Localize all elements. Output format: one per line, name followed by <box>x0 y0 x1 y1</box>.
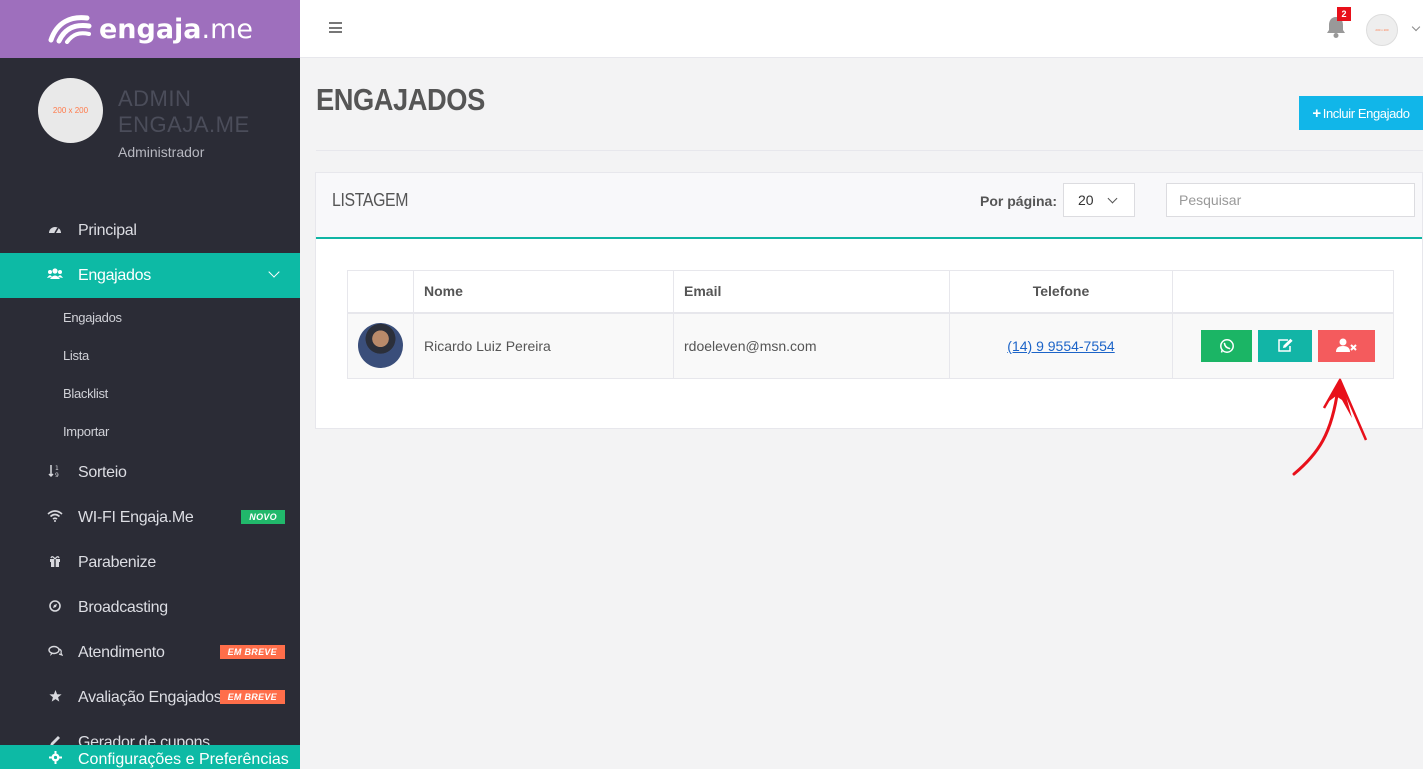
engajados-table: Nome Email Telefone Ricardo Luiz Pereira… <box>347 270 1394 379</box>
sidebar-submenu-engajados: Engajados Lista Blacklist Importar <box>0 298 300 450</box>
sidebar-footer-label: Configurações e Preferências <box>78 751 289 768</box>
sidebar-item-label: WI-FI Engaja.Me <box>78 508 194 526</box>
compass-icon <box>40 600 70 615</box>
svg-text:1: 1 <box>55 465 59 472</box>
svg-text:9: 9 <box>55 472 59 478</box>
coming-soon-badge: EM BREVE <box>219 645 285 659</box>
sidebar-item-avaliacao[interactable]: Avaliação Engajados EM BREVE <box>0 675 300 720</box>
brand-logo[interactable]: engaja .me <box>0 0 300 58</box>
submenu-item-importar[interactable]: Importar <box>0 412 300 450</box>
table-row: Ricardo Luiz Pereira rdoeleven@msn.com (… <box>347 312 1394 379</box>
submenu-item-engajados[interactable]: Engajados <box>0 298 300 336</box>
edit-icon <box>1277 339 1293 352</box>
notification-count-badge: 2 <box>1337 7 1351 21</box>
sidebar-menu: Principal Engajados Engajados Lista Blac… <box>0 208 300 765</box>
avatar <box>358 323 403 369</box>
column-header-nome[interactable]: Nome <box>413 270 674 314</box>
row-email: rdoeleven@msn.com <box>673 312 950 379</box>
coming-soon-badge: EM BREVE <box>219 690 285 704</box>
column-header-actions <box>1172 270 1394 314</box>
add-engajado-button[interactable]: + Incluir Engajado <box>1299 96 1423 130</box>
sort-numeric-icon: 19 <box>40 464 70 481</box>
star-icon <box>40 690 70 705</box>
dashboard-icon <box>40 223 70 238</box>
sidebar-item-wifi[interactable]: WI-FI Engaja.Me NOVO <box>0 495 300 540</box>
chevron-down-icon[interactable] <box>1411 22 1421 32</box>
row-name: Ricardo Luiz Pereira <box>413 312 674 379</box>
sidebar-item-sorteio[interactable]: 19 Sorteio <box>0 450 300 495</box>
new-badge: NOVO <box>241 510 285 524</box>
sidebar-item-label: Parabenize <box>78 553 156 571</box>
users-icon <box>40 268 70 283</box>
sidebar: engaja .me 200 x 200 ADMIN ENGAJA.ME Admi… <box>0 0 300 769</box>
plus-icon: + <box>1312 104 1321 122</box>
row-avatar-cell <box>347 312 414 379</box>
sidebar-item-label: Broadcasting <box>78 598 168 616</box>
profile-role: Administrador <box>118 144 205 160</box>
whatsapp-button[interactable] <box>1201 329 1252 362</box>
wifi-icon <box>40 510 70 525</box>
gear-icon <box>40 751 70 769</box>
sidebar-item-label: Atendimento <box>78 643 165 661</box>
per-page-select[interactable]: 20 <box>1063 183 1135 217</box>
user-profile: 200 x 200 ADMIN ENGAJA.ME Administrador <box>0 58 300 208</box>
page-title: ENGAJADOS <box>316 82 485 117</box>
sidebar-item-configuracoes[interactable]: Configurações e Preferências <box>0 745 300 769</box>
chat-bubbles-icon <box>40 645 70 660</box>
whatsapp-icon <box>1219 338 1234 353</box>
top-bar: 2 200 x 200 <box>300 0 1423 58</box>
brand-name-bold: engaja <box>98 13 202 45</box>
column-header-email[interactable]: Email <box>673 270 950 314</box>
sidebar-item-atendimento[interactable]: Atendimento EM BREVE <box>0 630 300 675</box>
hamburger-menu-icon[interactable] <box>329 22 342 33</box>
phone-link[interactable]: (14) 9 9554-7554 <box>1007 338 1114 354</box>
row-phone-cell: (14) 9 9554-7554 <box>949 312 1173 379</box>
profile-name: ADMIN ENGAJA.ME <box>118 86 250 137</box>
divider <box>316 150 1423 151</box>
sidebar-item-broadcasting[interactable]: Broadcasting <box>0 585 300 630</box>
panel-title: LISTAGEM <box>332 190 409 210</box>
per-page-label: Por página: <box>980 193 1058 209</box>
sidebar-item-engajados[interactable]: Engajados <box>0 253 300 298</box>
sidebar-item-label: Principal <box>78 221 137 239</box>
sidebar-item-label: Sorteio <box>78 463 127 481</box>
profile-avatar: 200 x 200 <box>38 78 103 143</box>
row-actions <box>1172 312 1394 379</box>
listing-panel: LISTAGEM Por página: 20 Nome Email Telef… <box>315 172 1423 429</box>
gift-icon <box>40 555 70 570</box>
user-avatar[interactable]: 200 x 200 <box>1366 14 1398 46</box>
chevron-down-icon <box>268 266 280 278</box>
column-header-telefone[interactable]: Telefone <box>949 270 1173 314</box>
submenu-item-lista[interactable]: Lista <box>0 336 300 374</box>
brand-name-light: .me <box>201 13 254 45</box>
add-engajado-label: Incluir Engajado <box>1322 105 1410 121</box>
remove-user-button[interactable] <box>1318 329 1375 362</box>
submenu-item-blacklist[interactable]: Blacklist <box>0 374 300 412</box>
search-input[interactable] <box>1166 183 1415 217</box>
chevron-down-icon <box>1107 193 1118 204</box>
edit-button[interactable] <box>1258 329 1312 362</box>
per-page-value: 20 <box>1078 192 1094 208</box>
sidebar-item-label: Avaliação Engajados <box>78 688 222 706</box>
sidebar-item-label: Engajados <box>78 266 151 284</box>
sidebar-item-principal[interactable]: Principal <box>0 208 300 253</box>
sidebar-item-parabenize[interactable]: Parabenize <box>0 540 300 585</box>
annotation-arrow <box>1292 378 1368 476</box>
logo-icon <box>48 15 92 44</box>
user-remove-icon <box>1335 338 1357 353</box>
table-header-row: Nome Email Telefone <box>347 270 1394 314</box>
panel-header: LISTAGEM Por página: 20 <box>316 173 1422 239</box>
column-header-avatar <box>347 270 414 314</box>
